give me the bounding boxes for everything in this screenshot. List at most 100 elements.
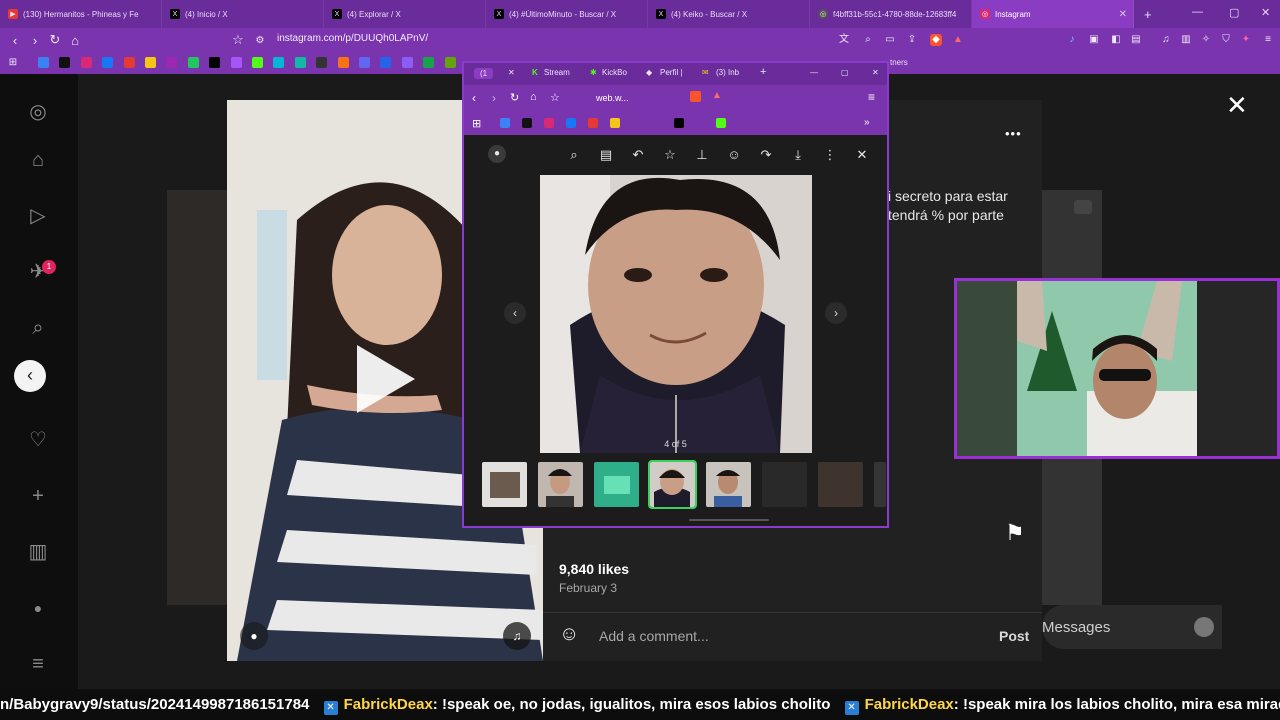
tab-uuid[interactable]: ◎ f4bff31b-55c1-4780-88de-12683ff4 (810, 0, 972, 28)
extension-icon[interactable]: ▤ (1130, 34, 1142, 46)
search-icon[interactable]: ⌕ (26, 316, 50, 340)
create-icon[interactable]: + (26, 484, 50, 508)
bookmark-icon[interactable] (38, 57, 49, 68)
facebook-icon[interactable] (102, 57, 113, 68)
bookmark-icon[interactable] (273, 57, 284, 68)
star-icon[interactable]: ☆ (662, 147, 678, 163)
avatar[interactable]: ● (488, 145, 506, 163)
tab-x-ultimominuto[interactable]: X (4) #ÚltimoMinuto - Buscar / X (486, 0, 648, 28)
popup-tab-stream[interactable]: Stream (544, 68, 570, 77)
close-icon[interactable]: ✕ (854, 147, 870, 163)
tab-x-inicio[interactable]: X (4) Inicio / X (162, 0, 324, 28)
maximize-icon[interactable]: ▢ (841, 68, 849, 77)
bookmark-icon[interactable] (423, 57, 434, 68)
media-thumbnail[interactable] (762, 462, 807, 507)
facebook-icon[interactable] (566, 118, 576, 128)
profile-avatar[interactable]: ● (26, 596, 50, 620)
vpn-icon[interactable]: ⛉ (1220, 34, 1232, 46)
x-icon[interactable] (674, 118, 684, 128)
bookmark-icon[interactable]: ☆ (550, 91, 560, 104)
tab-instagram[interactable]: ◎ Instagram ✕ (972, 0, 1134, 28)
media-thumbnail[interactable] (818, 462, 863, 507)
home-icon[interactable]: ⌂ (26, 148, 50, 172)
extension-icon[interactable]: ◧ (1110, 34, 1122, 46)
close-icon[interactable]: ✕ (1226, 90, 1248, 121)
popup-tab-inbox[interactable]: (3) Inb (716, 68, 739, 77)
apps-icon[interactable]: ⊞ (7, 57, 19, 69)
bookmark-icon[interactable] (188, 57, 199, 68)
close-tab-icon[interactable]: ✕ (1119, 9, 1127, 20)
instagram-icon[interactable] (544, 118, 554, 128)
media-thumbnail[interactable] (874, 462, 886, 507)
instagram-icon[interactable] (81, 57, 92, 68)
share-icon[interactable]: ⇪ (906, 34, 918, 46)
popup-url[interactable]: web.w... (596, 93, 629, 103)
reload-icon[interactable]: ↻ (45, 32, 65, 48)
extension-icon[interactable]: ▣ (1088, 34, 1100, 46)
bookmark-icon[interactable]: ☆ (228, 32, 248, 48)
bookmark-icon[interactable] (445, 57, 456, 68)
reels-icon[interactable]: ▷ (26, 204, 50, 228)
tiktok-icon[interactable] (59, 57, 70, 68)
translate-icon[interactable]: 文 (838, 34, 850, 46)
media-thumbnail[interactable] (482, 462, 527, 507)
url-field[interactable]: instagram.com/p/DUUQh0LAPnV/ (277, 33, 428, 44)
tab-youtube[interactable]: ▶ (130) Hermanitos - Phineas y Fe (0, 0, 162, 28)
bookmark-icon[interactable] (380, 57, 391, 68)
tab-x-keiko[interactable]: X (4) Keiko - Buscar / X (648, 0, 810, 28)
media-thumbnail[interactable] (538, 462, 583, 507)
home-icon[interactable]: ⌂ (65, 33, 85, 48)
play-icon[interactable] (357, 345, 415, 413)
like-count[interactable]: 9,840 likes (559, 561, 629, 577)
bookmark-icon[interactable] (338, 57, 349, 68)
home-icon[interactable]: ⌂ (530, 91, 537, 103)
wallet-icon[interactable]: ▥ (1180, 34, 1192, 46)
minimize-icon[interactable]: — (1192, 6, 1203, 18)
menu-icon[interactable]: ≡ (1262, 34, 1274, 46)
previous-post-button[interactable]: ‹ (14, 360, 46, 392)
pin-icon[interactable]: ⊥ (694, 147, 710, 163)
youtube-icon[interactable] (588, 118, 598, 128)
download-icon[interactable]: ⤓ (790, 147, 806, 163)
caption-icon[interactable]: ▤ (598, 147, 614, 163)
brave-shield-icon[interactable]: ◆ (930, 34, 942, 46)
bookmark-icon[interactable] (402, 57, 413, 68)
extension-icon[interactable]: ✦ (1240, 34, 1252, 46)
bookmark-icon[interactable] (610, 118, 620, 128)
more-menu-icon[interactable]: ≡ (26, 652, 50, 676)
minimize-icon[interactable]: — (810, 68, 818, 77)
more-bookmarks-icon[interactable]: » (864, 117, 870, 128)
back-icon[interactable]: ‹ (472, 91, 476, 105)
maximize-icon[interactable]: ▢ (1229, 6, 1239, 19)
media-thumbnail[interactable] (594, 462, 639, 507)
popup-tab-whatsapp[interactable]: (1 (474, 68, 494, 79)
heart-icon[interactable]: ♡ (26, 428, 50, 452)
sparkle-icon[interactable]: ✧ (1200, 34, 1212, 46)
zoom-icon[interactable]: ⌕ (862, 34, 874, 46)
youtube-icon[interactable] (124, 57, 135, 68)
media-thumbnail-selected[interactable] (648, 460, 697, 509)
post-comment-button[interactable]: Post (999, 628, 1029, 644)
close-tab-icon[interactable]: ✕ (508, 68, 515, 77)
kick-icon[interactable] (716, 118, 726, 128)
messages-bar[interactable]: Messages (1042, 605, 1222, 649)
more-options-icon[interactable]: ⋮ (822, 147, 838, 163)
bookmark-icon[interactable] (231, 57, 242, 68)
thumbnail-scrollbar[interactable] (689, 519, 769, 521)
more-options-icon[interactable]: ••• (1005, 126, 1022, 141)
bookmark-icon[interactable] (295, 57, 306, 68)
menu-icon[interactable]: ≡ (868, 90, 875, 104)
brave-rewards-icon[interactable]: ▲ (712, 90, 722, 101)
twitch-icon[interactable] (166, 57, 177, 68)
back-icon[interactable]: ‹ (5, 33, 25, 48)
close-window-icon[interactable]: ✕ (1261, 6, 1270, 19)
emoji-icon[interactable]: ☺ (559, 623, 579, 646)
kick-icon[interactable] (252, 57, 263, 68)
apps-icon[interactable]: ⊞ (472, 117, 481, 130)
bookmark-icon[interactable] (145, 57, 156, 68)
music-icon[interactable]: ♫ (1160, 34, 1172, 46)
bookmark-icon[interactable] (316, 57, 327, 68)
instagram-logo-icon[interactable]: ◎ (26, 100, 50, 124)
reload-icon[interactable]: ↻ (510, 91, 519, 104)
next-media-button[interactable]: › (825, 302, 847, 324)
